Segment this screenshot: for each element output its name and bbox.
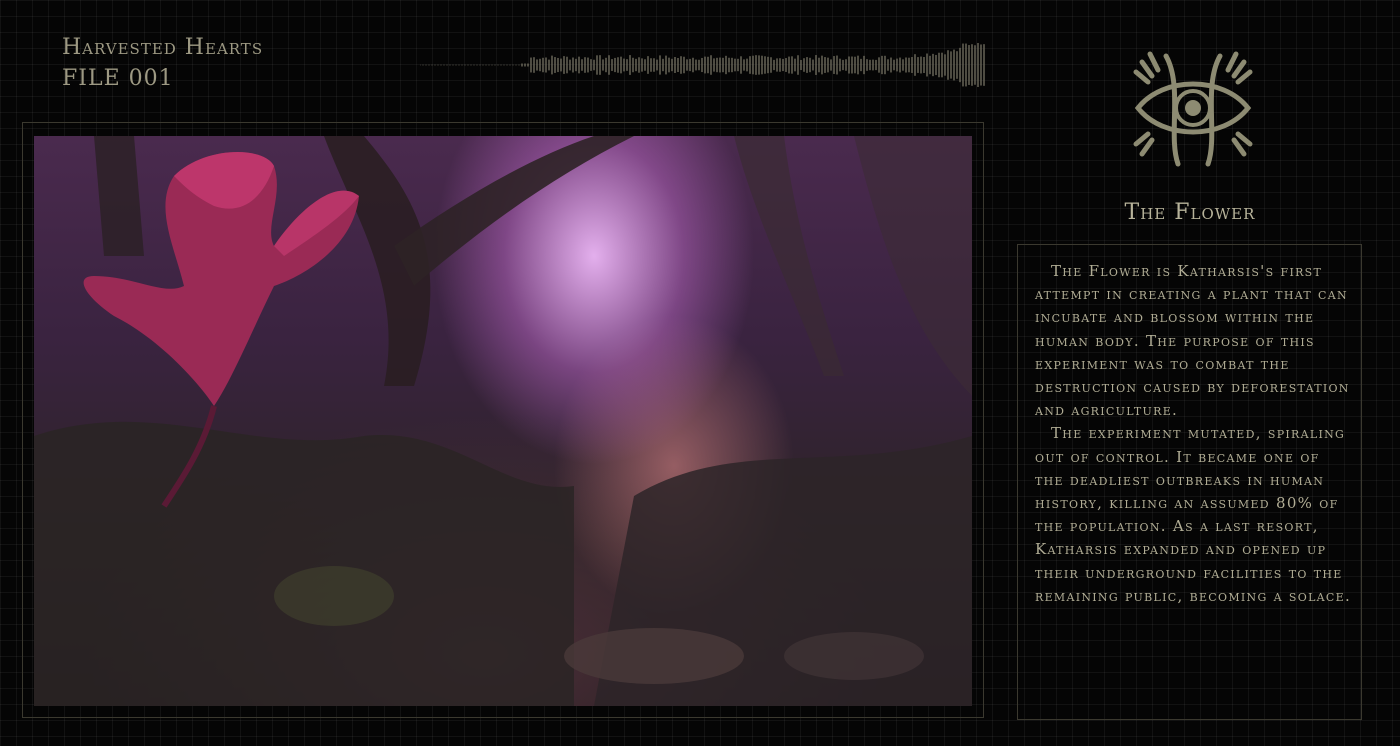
section-title: The Flower <box>1124 200 1256 225</box>
description-text: The Flower is Katharsis's first attempt … <box>1035 260 1353 608</box>
eye-emblem-icon <box>1133 51 1253 167</box>
file-label: FILE 001 <box>62 66 174 91</box>
audio-waveform-icon <box>420 43 985 87</box>
header: Harvested Hearts FILE 001 <box>62 32 263 94</box>
pink-forest-illustration <box>34 136 972 706</box>
description-paragraph: The Flower is Katharsis's first attempt … <box>1035 262 1350 420</box>
app-title: Harvested Hearts <box>62 35 264 60</box>
description-paragraph: The experiment mutated, spiraling out of… <box>1035 424 1352 605</box>
